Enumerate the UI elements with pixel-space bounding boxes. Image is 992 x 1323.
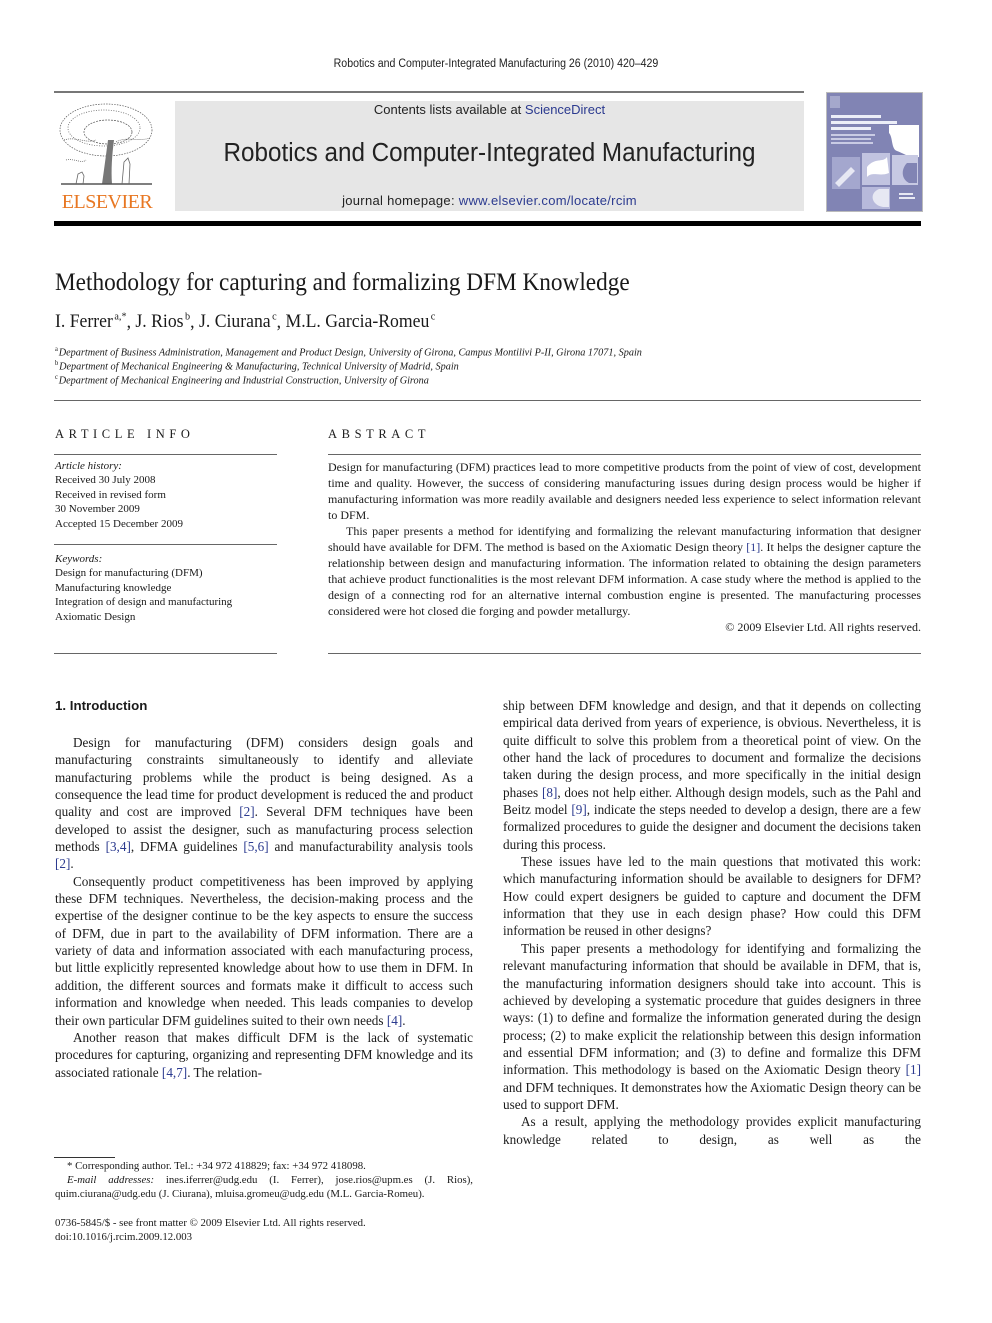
abstract-body: Design for manufacturing (DFM) practices… — [328, 459, 921, 635]
text-run: , DFMA guidelines — [130, 839, 244, 855]
affiliation-marker: a — [55, 345, 58, 353]
citation-link[interactable]: [3,4] — [106, 839, 131, 854]
abstract-paragraph: Design for manufacturing (DFM) practices… — [328, 460, 921, 522]
author[interactable]: J. Ciurana c — [199, 311, 277, 332]
divider — [54, 544, 277, 545]
affiliation-text: Department of Mechanical Engineering & M… — [59, 360, 459, 373]
citation-link[interactable]: [5,6] — [243, 839, 268, 854]
citation-link[interactable]: [1] — [906, 1062, 921, 1077]
author-name: J. Ciurana — [198, 311, 271, 333]
masthead-thick-rule — [54, 221, 921, 226]
affiliation-text: Department of Mechanical Engineering and… — [58, 374, 429, 387]
body-column-left: Design for manufacturing (DFM) considers… — [55, 734, 473, 1081]
elsevier-logo[interactable]: ELSEVIER — [54, 100, 160, 213]
journal-title: Robotics and Computer-Integrated Manufac… — [223, 139, 756, 167]
journal-homepage-link[interactable]: www.elsevier.com/locate/rcim — [459, 193, 637, 208]
citation-link[interactable]: [2] — [55, 856, 70, 871]
body-paragraph: ship between DFM knowledge and design, a… — [503, 697, 921, 853]
affiliation-marker: c — [55, 373, 58, 381]
text-run: and manufacturability analysis tools — [268, 839, 473, 855]
email-addresses: E-mail addresses: ines.iferrer@udg.edu (… — [55, 1173, 473, 1201]
contents-line: Contents lists available at ScienceDirec… — [175, 102, 804, 117]
abstract-copyright: © 2009 Elsevier Ltd. All rights reserved… — [725, 620, 921, 634]
history-entry: Accepted 15 December 2009 — [55, 517, 183, 530]
abstract-paragraph: This paper presents a method for identif… — [328, 523, 921, 619]
author-affiliation-marker: a,* — [114, 311, 127, 323]
elsevier-wordmark: ELSEVIER — [61, 191, 153, 213]
journal-cover-image[interactable] — [826, 92, 923, 212]
citation-link[interactable]: [1] — [746, 540, 760, 554]
footnote-rule — [54, 1157, 115, 1158]
running-head: Robotics and Computer-Integrated Manufac… — [333, 58, 659, 70]
text-run: . — [70, 856, 74, 872]
text-run: and DFM techniques. It demonstrates how … — [503, 1079, 921, 1112]
doi[interactable]: doi:10.1016/j.rcim.2009.12.003 — [55, 1230, 473, 1244]
citation-link[interactable]: [9] — [571, 802, 586, 817]
keyword: Axiomatic Design — [55, 610, 136, 623]
body-paragraph: As a result, applying the methodology pr… — [503, 1114, 921, 1147]
elsevier-tree-icon — [59, 103, 153, 185]
top-rule — [54, 91, 804, 93]
issn-copyright: 0736-5845/$ - see front matter © 2009 El… — [55, 1217, 366, 1229]
contents-prefix: Contents lists available at — [373, 102, 525, 117]
author-list: I. Ferrer a,*, J. Rios b, J. Ciurana c, … — [55, 311, 436, 333]
text-run: . The relation- — [187, 1064, 263, 1080]
article-history: Article history: Received 30 July 2008 R… — [55, 459, 280, 531]
citation-link[interactable]: [4,7] — [162, 1065, 187, 1080]
author[interactable]: I. Ferrer a,* — [55, 311, 127, 332]
history-entry: Received 30 July 2008 — [55, 474, 156, 487]
author-affiliation-marker: c — [272, 311, 277, 323]
corresponding-author-note: * Corresponding author. Tel.: +34 972 41… — [67, 1160, 366, 1172]
article-title: Methodology for capturing and formalizin… — [55, 269, 630, 296]
affiliation: a Department of Business Administration,… — [55, 345, 642, 359]
divider — [328, 653, 921, 654]
keyword: Manufacturing knowledge — [55, 581, 172, 594]
keyword: Design for manufacturing (DFM) — [55, 567, 203, 580]
author[interactable]: M.L. Garcia-Romeu c — [286, 311, 436, 332]
body-column-right: ship between DFM knowledge and design, a… — [503, 697, 921, 1148]
affiliation-text: Department of Business Administration, M… — [58, 346, 642, 359]
body-paragraph: Consequently product competitiveness has… — [55, 873, 473, 1029]
keywords-label: Keywords: — [55, 553, 103, 565]
homepage-prefix: journal homepage: — [342, 193, 459, 208]
body-paragraph: These issues have led to the main questi… — [503, 854, 921, 939]
keywords: Keywords: Design for manufacturing (DFM)… — [55, 552, 280, 624]
citation-link[interactable]: [2] — [239, 804, 254, 819]
divider — [54, 400, 921, 401]
text-run: . — [402, 1012, 406, 1028]
text-run: Consequently product competitiveness has… — [55, 873, 473, 1028]
affiliation: b Department of Mechanical Engineering &… — [55, 359, 459, 373]
homepage-line: journal homepage: www.elsevier.com/locat… — [175, 193, 804, 208]
author-affiliation-marker: c — [430, 311, 436, 323]
body-paragraph: Design for manufacturing (DFM) considers… — [55, 734, 473, 873]
body-paragraph: Another reason that makes difficult DFM … — [55, 1029, 473, 1081]
article-info-heading: ARTICLE INFO — [55, 427, 195, 441]
body-paragraph: This paper presents a methodology for id… — [503, 940, 921, 1113]
keyword: Integration of design and manufacturing — [55, 596, 233, 609]
abstract-heading: ABSTRACT — [328, 427, 431, 441]
journal-masthead-band: Contents lists available at ScienceDirec… — [175, 101, 804, 211]
email-label: E-mail addresses: — [67, 1174, 155, 1186]
section-heading-introduction: 1. Introduction — [55, 698, 148, 713]
divider — [54, 653, 277, 654]
front-matter: 0736-5845/$ - see front matter © 2009 El… — [55, 1216, 473, 1245]
author-name: I. Ferrer — [55, 311, 113, 333]
footnotes: * Corresponding author. Tel.: +34 972 41… — [55, 1159, 473, 1201]
text-run: This paper presents a methodology for id… — [503, 940, 921, 1078]
citation-link[interactable]: [8] — [542, 785, 557, 800]
article-history-label: Article history: — [55, 460, 122, 472]
divider — [328, 454, 921, 455]
citation-link[interactable]: [4] — [387, 1013, 402, 1028]
divider — [54, 454, 277, 455]
sciencedirect-link[interactable]: ScienceDirect — [525, 102, 605, 117]
journal-cover-icon — [827, 93, 922, 211]
affiliation: c Department of Mechanical Engineering a… — [55, 373, 429, 387]
text-run: Another reason that makes difficult DFM … — [55, 1029, 473, 1080]
history-entry: Received in revised form — [55, 488, 166, 501]
history-entry: 30 November 2009 — [55, 503, 140, 516]
author-name: M.L. Garcia-Romeu — [285, 311, 430, 333]
author-affiliation-marker: b — [185, 311, 191, 323]
author[interactable]: J. Rios b — [135, 311, 190, 332]
author-name: J. Rios — [135, 311, 184, 333]
